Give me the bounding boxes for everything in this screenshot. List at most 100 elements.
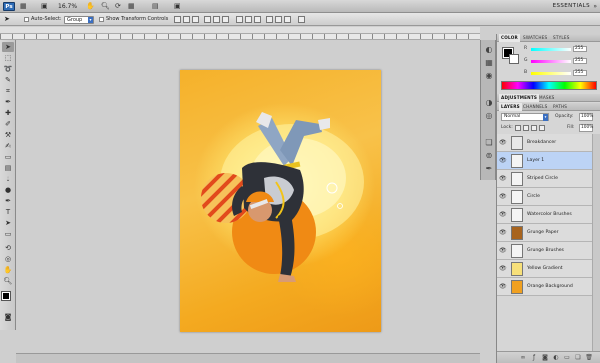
distribute-vcenter-icon[interactable] — [245, 16, 252, 23]
align-hcenter-icon[interactable] — [213, 16, 220, 23]
layer-row[interactable]: 👁︎ Orange Background — [497, 278, 592, 296]
adjustments-panel-icon[interactable]: ◑ — [484, 98, 494, 108]
layers-panel-icon[interactable]: ❏ — [484, 138, 494, 148]
visibility-eye-icon[interactable]: 👁︎ — [499, 193, 507, 200]
hand-tool-icon[interactable]: ✋ — [86, 2, 95, 11]
channels-panel-icon[interactable]: ⊚ — [484, 151, 494, 161]
transform-controls-checkbox[interactable] — [99, 17, 104, 22]
clone-stamp-tool[interactable]: ⚒ — [2, 130, 14, 140]
green-value[interactable]: 255 — [573, 58, 587, 64]
layer-row[interactable]: 👁︎ Breakdancer — [497, 134, 592, 152]
view-extras-icon[interactable]: ▣ — [41, 2, 48, 11]
tab-color[interactable]: COLOR — [499, 34, 520, 42]
visibility-eye-icon[interactable]: 👁︎ — [499, 247, 507, 254]
type-tool[interactable]: T — [2, 207, 14, 217]
visibility-eye-icon[interactable]: 👁︎ — [499, 283, 507, 290]
masks-panel-icon[interactable]: ◎ — [484, 111, 494, 121]
blend-mode-dropdown[interactable]: Normal ▾ — [501, 113, 549, 121]
align-right-icon[interactable] — [222, 16, 229, 23]
3d-orbit-tool[interactable]: ◎ — [2, 254, 14, 264]
brush-tool[interactable]: ✐ — [2, 119, 14, 129]
lock-all-icon[interactable] — [539, 125, 545, 131]
adjustment-layer-icon[interactable]: ◐ — [552, 354, 560, 362]
visibility-eye-icon[interactable]: 👁︎ — [499, 175, 507, 182]
color-panel-icon[interactable]: ◐ — [484, 45, 494, 55]
tab-layers[interactable]: LAYERS — [499, 103, 522, 111]
red-slider[interactable] — [531, 47, 571, 51]
blur-tool[interactable]: 💧︎ — [2, 174, 14, 184]
workspace-switcher[interactable]: ESSENTIALS — [553, 2, 590, 11]
blue-slider[interactable] — [531, 71, 571, 75]
grid-icon[interactable]: ▦ — [128, 2, 135, 11]
green-slider[interactable] — [531, 59, 571, 63]
quick-mask-icon[interactable]: ◙ — [2, 312, 14, 322]
move-tool-icon[interactable]: ➤ — [4, 16, 10, 23]
dodge-tool[interactable]: ● — [2, 185, 14, 195]
zoom-tool-icon[interactable]: 🔍︎ — [101, 2, 110, 11]
layer-row[interactable]: 👁︎ Striped Circle — [497, 170, 592, 188]
opacity-input[interactable]: 100% — [579, 113, 593, 121]
zoom-tool[interactable]: 🔍︎ — [2, 276, 14, 286]
color-spectrum-bar[interactable] — [501, 81, 597, 90]
history-brush-tool[interactable]: ✍ — [2, 141, 14, 151]
lock-transparency-icon[interactable] — [515, 125, 521, 131]
move-tool[interactable]: ➤ — [2, 42, 14, 52]
add-mask-icon[interactable]: ◙ — [541, 354, 549, 362]
eyedropper-tool[interactable]: ✒ — [2, 97, 14, 107]
new-layer-icon[interactable]: ❏ — [574, 354, 582, 362]
styles-panel-icon[interactable]: ◉ — [484, 71, 494, 81]
paths-panel-icon[interactable]: ✒ — [484, 164, 494, 174]
zoom-level[interactable]: 16.7% — [58, 2, 77, 11]
crop-tool[interactable]: ⌗ — [2, 86, 14, 96]
red-value[interactable]: 255 — [573, 46, 587, 52]
link-layers-icon[interactable]: ∞ — [519, 354, 527, 362]
arrange-documents-icon[interactable]: ▤ — [152, 2, 159, 11]
healing-brush-tool[interactable]: ✚ — [2, 108, 14, 118]
foreground-color-swatch[interactable] — [1, 291, 11, 301]
visibility-eye-icon[interactable]: 👁︎ — [499, 139, 507, 146]
tab-channels[interactable]: CHANNELS — [523, 103, 547, 111]
layer-row[interactable]: 👁︎ Circle — [497, 188, 592, 206]
tab-paths[interactable]: PATHS — [553, 103, 567, 111]
visibility-eye-icon[interactable]: 👁︎ — [499, 157, 507, 164]
blue-value[interactable]: 255 — [573, 70, 587, 76]
shape-tool[interactable]: ▭ — [2, 229, 14, 239]
align-left-icon[interactable] — [204, 16, 211, 23]
document-canvas[interactable] — [180, 70, 381, 332]
distribute-hcenter-icon[interactable] — [275, 16, 282, 23]
lock-position-icon[interactable] — [531, 125, 537, 131]
layer-row[interactable]: 👁︎ Grunge Brushes — [497, 242, 592, 260]
rotate-view-icon[interactable]: ⟳ — [115, 2, 121, 11]
align-bottom-icon[interactable] — [192, 16, 199, 23]
swatches-panel-icon[interactable]: ▦ — [484, 58, 494, 68]
marquee-tool[interactable]: ⬚ — [2, 53, 14, 63]
visibility-eye-icon[interactable]: 👁︎ — [499, 229, 507, 236]
gradient-tool[interactable]: ▤ — [2, 163, 14, 173]
align-top-icon[interactable] — [174, 16, 181, 23]
hand-tool[interactable]: ✋ — [2, 265, 14, 275]
lasso-tool[interactable]: ➰ — [2, 64, 14, 74]
layers-scrollbar[interactable] — [592, 134, 600, 351]
layer-row[interactable]: 👁︎ Grunge Paper — [497, 224, 592, 242]
tab-swatches[interactable]: SWATCHES — [523, 34, 547, 42]
lock-image-icon[interactable] — [523, 125, 529, 131]
align-vcenter-icon[interactable] — [183, 16, 190, 23]
auto-select-dropdown[interactable]: Group ▾ — [64, 15, 94, 24]
tab-adjustments[interactable]: ADJUSTMENTS — [499, 94, 540, 102]
workspace-menu-icon[interactable]: » — [593, 2, 597, 11]
distribute-right-icon[interactable] — [284, 16, 291, 23]
screen-mode-icon[interactable]: ▣ — [174, 2, 181, 11]
bridge-icon[interactable]: ▦ — [20, 2, 27, 11]
tab-masks[interactable]: MASKS — [539, 94, 555, 102]
layer-row[interactable]: 👁︎ Yellow Gradient — [497, 260, 592, 278]
distribute-left-icon[interactable] — [266, 16, 273, 23]
panel-background-swatch[interactable] — [509, 54, 519, 64]
quick-selection-tool[interactable]: ✎ — [2, 75, 14, 85]
layer-style-icon[interactable]: ƒ — [530, 354, 538, 362]
tab-styles[interactable]: STYLES — [553, 34, 570, 42]
distribute-bottom-icon[interactable] — [254, 16, 261, 23]
fill-input[interactable]: 100% — [579, 124, 593, 132]
layer-row[interactable]: 👁︎ Watercolor Brushes — [497, 206, 592, 224]
auto-align-icon[interactable] — [298, 16, 305, 23]
trash-icon[interactable]: 🗑︎ — [585, 354, 593, 362]
